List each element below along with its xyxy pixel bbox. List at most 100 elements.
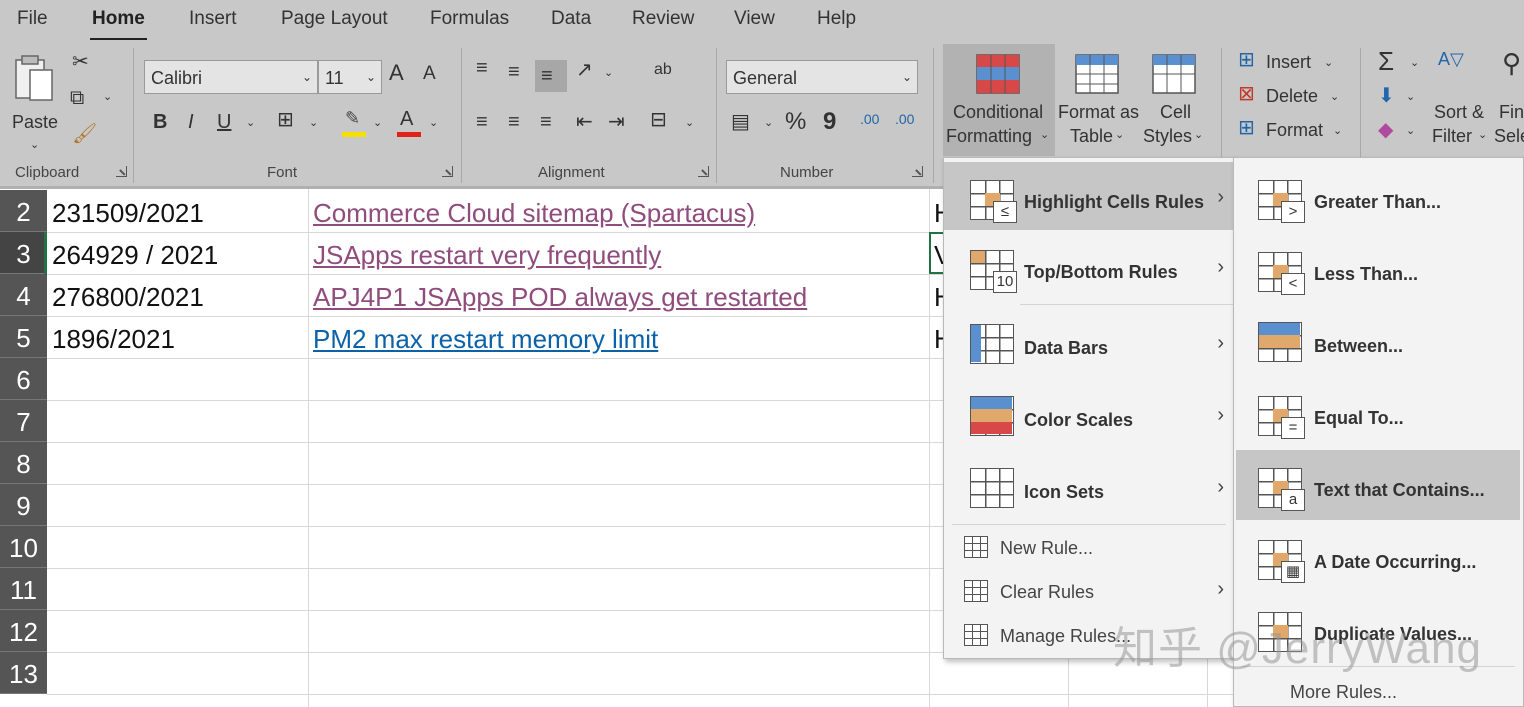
decrease-decimal-icon[interactable]: .00 [895, 112, 914, 126]
cell-a5[interactable]: 1896/2021 [52, 324, 175, 355]
hyperlink-cell-b5[interactable]: PM2 max restart memory limit [313, 324, 658, 355]
delete-cells-icon[interactable]: ⊠ [1238, 84, 1255, 104]
cell-a2[interactable]: 231509/2021 [52, 198, 204, 229]
menu-item-text-that-contains[interactable]: a Text that Contains... [1236, 450, 1520, 520]
increase-indent-icon[interactable]: ⇥ [608, 112, 625, 132]
tab-data[interactable]: Data [551, 8, 591, 30]
italic-button[interactable]: I [188, 112, 194, 132]
menu-item-clear-rules[interactable]: Clear Rules › [944, 572, 1234, 614]
tab-formulas[interactable]: Formulas [430, 8, 509, 30]
cut-icon[interactable]: ✂ [72, 52, 89, 72]
menu-item-between[interactable]: Between... [1234, 306, 1523, 378]
percent-style-button[interactable]: % [785, 110, 806, 134]
tab-home[interactable]: Home [92, 8, 145, 30]
borders-icon[interactable]: ⊞ [277, 110, 294, 130]
fill-icon[interactable]: ⬇ [1378, 86, 1395, 106]
row-header[interactable]: 8 [0, 442, 47, 484]
font-launcher-icon[interactable] [442, 166, 453, 177]
number-format-box[interactable]: General ⌄ [726, 60, 918, 94]
bold-button[interactable]: B [153, 112, 167, 132]
menu-item-less-than[interactable]: < Less Than... [1234, 234, 1523, 306]
menu-item-top-bottom-rules[interactable]: 10 Top/Bottom Rules › [944, 234, 1234, 306]
hyperlink-cell-b4[interactable]: APJ4P1 JSApps POD always get restarted [313, 282, 807, 313]
menu-item-date-occurring[interactable]: ▦ A Date Occurring... [1234, 522, 1523, 594]
underline-button[interactable]: U [217, 112, 231, 132]
copy-icon[interactable]: ⧉ [70, 88, 84, 108]
row-header[interactable]: 11 [0, 568, 47, 610]
comma-style-button[interactable]: 9 [823, 110, 836, 134]
menu-item-greater-than[interactable]: > Greater Than... [1234, 162, 1523, 234]
merge-center-icon[interactable]: ⊟ [650, 110, 667, 130]
row-header[interactable]: 13 [0, 652, 47, 694]
sort-filter-line2[interactable]: Filter [1432, 126, 1472, 147]
align-left-icon[interactable]: ≡ [476, 112, 488, 132]
borders-dropdown-icon[interactable]: ⌄ [309, 116, 318, 129]
clear-icon[interactable]: ◆ [1378, 120, 1393, 140]
wrap-text-icon[interactable]: ab [654, 62, 672, 78]
alignment-launcher-icon[interactable] [698, 166, 709, 177]
align-top-icon[interactable]: ≡ [476, 58, 488, 78]
align-middle-icon[interactable]: ≡ [508, 62, 520, 82]
format-as-table-line1[interactable]: Format as [1058, 102, 1139, 123]
cell-a4[interactable]: 276800/2021 [52, 282, 204, 313]
row-header[interactable]: 9 [0, 484, 47, 526]
format-as-table-line2[interactable]: Table [1070, 126, 1113, 147]
format-painter-icon[interactable]: 🖌 [72, 124, 97, 144]
menu-item-equal-to[interactable]: = Equal To... [1234, 378, 1523, 450]
accounting-dropdown-icon[interactable]: ⌄ [764, 116, 773, 129]
hyperlink-cell-b2[interactable]: Commerce Cloud sitemap (Spartacus) [313, 198, 755, 229]
sort-filter-icon[interactable]: A▽ [1438, 50, 1464, 68]
tab-page-layout[interactable]: Page Layout [281, 8, 388, 30]
tab-help[interactable]: Help [817, 8, 856, 30]
underline-dropdown-icon[interactable]: ⌄ [246, 116, 255, 129]
row-header[interactable]: 10 [0, 526, 47, 568]
delete-cells-button[interactable]: Delete [1266, 86, 1318, 107]
orientation-dropdown-icon[interactable]: ⌄ [604, 66, 613, 79]
row-header[interactable]: 5 [0, 316, 47, 358]
autosum-icon[interactable]: Σ [1378, 48, 1394, 74]
menu-item-new-rule[interactable]: New Rule... [944, 528, 1234, 570]
more-rules-item[interactable]: More Rules... [1290, 682, 1397, 703]
menu-item-highlight-cells-rules[interactable]: ≤ Highlight Cells Rules › [944, 162, 1234, 230]
highlight-color-icon[interactable]: ✎ [342, 108, 366, 138]
paste-button[interactable]: Paste ⌄ [10, 50, 60, 150]
decrease-indent-icon[interactable]: ⇤ [576, 112, 593, 132]
align-center-icon[interactable]: ≡ [508, 112, 520, 132]
row-header[interactable]: 6 [0, 358, 47, 400]
copy-dropdown-icon[interactable]: ⌄ [103, 90, 112, 103]
format-as-table-icon[interactable] [1075, 54, 1121, 94]
cell-styles-line1[interactable]: Cell [1160, 102, 1191, 123]
font-color-dropdown-icon[interactable]: ⌄ [429, 116, 438, 129]
find-select-line1[interactable]: Find [1499, 102, 1524, 123]
cell-styles-icon[interactable] [1152, 54, 1198, 94]
merge-dropdown-icon[interactable]: ⌄ [685, 116, 694, 129]
row-header[interactable]: 7 [0, 400, 47, 442]
clipboard-launcher-icon[interactable] [116, 166, 127, 177]
insert-cells-icon[interactable]: ⊞ [1238, 50, 1255, 70]
hyperlink-cell-b3[interactable]: JSApps restart very frequently [313, 240, 661, 271]
tab-insert[interactable]: Insert [189, 8, 237, 30]
tab-view[interactable]: View [734, 8, 775, 30]
font-size-box[interactable]: 11 ⌄ [318, 60, 382, 94]
align-bottom-button[interactable]: ≡ [535, 60, 567, 92]
find-select-line2[interactable]: Sele [1494, 126, 1524, 147]
align-right-icon[interactable]: ≡ [540, 112, 552, 132]
grow-font-icon[interactable]: A [389, 62, 404, 84]
menu-item-color-scales[interactable]: Color Scales › [944, 380, 1234, 452]
format-cells-icon[interactable]: ⊞ [1238, 118, 1255, 138]
cell-styles-line2[interactable]: Styles [1143, 126, 1192, 147]
sort-filter-line1[interactable]: Sort & [1434, 102, 1484, 123]
shrink-font-icon[interactable]: A [423, 64, 436, 83]
accounting-format-icon[interactable]: ▤ [731, 112, 750, 132]
row-header[interactable]: 12 [0, 610, 47, 652]
tab-file[interactable]: File [17, 8, 48, 30]
row-header[interactable]: 2 [0, 190, 47, 232]
font-color-icon[interactable]: A [397, 108, 421, 138]
orientation-icon[interactable]: ↗ [576, 60, 593, 80]
menu-item-data-bars[interactable]: Data Bars › [944, 308, 1234, 380]
font-name-box[interactable]: Calibri ⌄ [144, 60, 318, 94]
format-cells-button[interactable]: Format [1266, 120, 1323, 141]
number-launcher-icon[interactable] [912, 166, 923, 177]
increase-decimal-icon[interactable]: .00 [860, 112, 879, 126]
find-icon[interactable]: ⚲ [1502, 50, 1521, 76]
